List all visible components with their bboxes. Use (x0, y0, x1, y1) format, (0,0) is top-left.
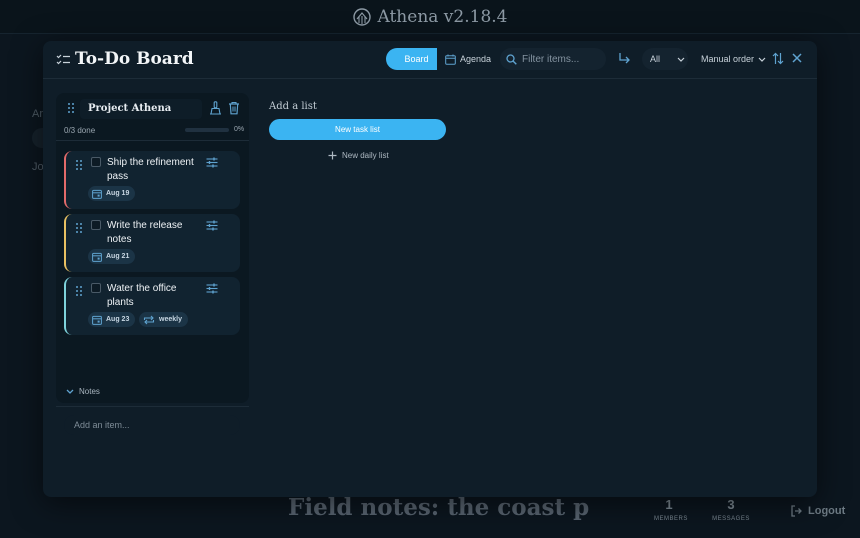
close-icon[interactable] (792, 53, 802, 63)
repeat-chip[interactable]: weekly (139, 312, 188, 327)
bg-post-headline: Field notes: the coast p (288, 494, 590, 521)
logout-icon (791, 505, 802, 517)
stat-number: 3 (727, 497, 735, 512)
filter-input[interactable] (522, 53, 606, 65)
stat-number: 1 (665, 497, 673, 512)
checklist-icon (56, 54, 70, 65)
task-settings-icon[interactable] (206, 283, 218, 294)
calendar-icon (445, 54, 456, 65)
new-daily-list-button[interactable]: New daily list (328, 151, 389, 160)
task-drag-handle[interactable] (76, 160, 82, 170)
due-date-chip[interactable]: Aug 19 (88, 186, 136, 201)
new-task-list-button[interactable]: New task list (269, 119, 446, 140)
due-date: Aug 21 (106, 253, 130, 260)
todo-board-modal: To-Do Board Board Agenda Filter items...… (43, 41, 817, 497)
clear-completed-icon[interactable] (209, 101, 222, 115)
notes-label: Notes (79, 387, 100, 396)
calendar-icon (92, 252, 102, 262)
modal-header: To-Do Board Board Agenda Filter items...… (43, 41, 817, 79)
add-item-input[interactable] (64, 415, 240, 435)
task-drag-handle[interactable] (76, 223, 82, 233)
new-daily-list-label: New daily list (342, 151, 389, 160)
add-list-heading: Add a list (269, 101, 317, 112)
divider (56, 406, 249, 407)
sort-direction-icon[interactable] (772, 52, 784, 65)
chevron-down-icon (677, 57, 685, 62)
task-settings-icon[interactable] (206, 157, 218, 168)
task-list-panel: Project Athena 0/3 done 0% Ship the refi… (56, 93, 249, 435)
task-checkbox[interactable] (91, 220, 101, 230)
scope-select[interactable]: All (642, 48, 688, 70)
agenda-view-button[interactable]: Agenda (437, 48, 499, 70)
progress-bar (185, 128, 229, 132)
calendar-icon (92, 315, 102, 325)
repeat-label: weekly (159, 316, 182, 323)
task-title: Water the office plants (107, 283, 177, 308)
plus-icon (328, 151, 337, 160)
bg-sidebar-label: Ar (32, 108, 43, 120)
due-date: Aug 19 (106, 190, 130, 197)
task-checkbox[interactable] (91, 283, 101, 293)
due-date: Aug 23 (106, 316, 130, 323)
done-count: 0/3 done (64, 126, 96, 135)
list-name-field[interactable]: Project Athena (80, 99, 202, 119)
notes-toggle[interactable]: Notes (66, 387, 100, 396)
due-date-chip[interactable]: Aug 21 (88, 249, 136, 264)
due-date-chip[interactable]: Aug 23 (88, 312, 136, 327)
progress-percent: 0% (234, 126, 245, 133)
trash-icon[interactable] (228, 101, 240, 115)
subitem-arrow-icon[interactable] (618, 52, 631, 65)
calendar-icon (92, 189, 102, 199)
app-topbar: Athena v2.18.4 (0, 0, 860, 34)
list-drag-handle[interactable] (68, 103, 74, 113)
view-toggle: Board Agenda (386, 48, 499, 70)
stat-label: MESSAGES (712, 516, 750, 522)
task-card[interactable]: Ship the refinement pass Aug 19 (64, 151, 240, 209)
task-card[interactable]: Water the office plants Aug 23 weekly (64, 277, 240, 335)
repeat-icon (143, 315, 155, 324)
task-title: Write the release notes (107, 220, 183, 245)
board-view-button[interactable]: Board (386, 48, 437, 70)
athena-logo-icon (352, 7, 371, 26)
task-checkbox[interactable] (91, 157, 101, 167)
bg-members-stat: 1 MEMBERS (654, 497, 688, 522)
task-title: Ship the refinement pass (107, 157, 194, 182)
agenda-label: Agenda (460, 54, 492, 64)
scope-select-value: All (650, 54, 661, 64)
task-settings-icon[interactable] (206, 220, 218, 231)
divider (56, 140, 249, 141)
bg-sidebar-label-2: Jo (32, 161, 44, 173)
bg-messages-stat: 3 MESSAGES (711, 497, 751, 522)
chevron-down-icon (758, 57, 766, 62)
stat-label: MEMBERS (654, 516, 688, 522)
chevron-down-icon (66, 389, 74, 394)
logout-label: Logout (808, 505, 846, 517)
task-drag-handle[interactable] (76, 286, 82, 296)
modal-title: To-Do Board (75, 49, 194, 69)
app-title: Athena v2.18.4 (377, 6, 508, 27)
task-card[interactable]: Write the release notes Aug 21 (64, 214, 240, 272)
filter-box (500, 48, 606, 70)
order-select-value: Manual order (701, 54, 755, 64)
logout-button[interactable]: Logout (790, 505, 845, 517)
search-icon (506, 53, 517, 65)
order-select[interactable]: Manual order (693, 48, 767, 70)
